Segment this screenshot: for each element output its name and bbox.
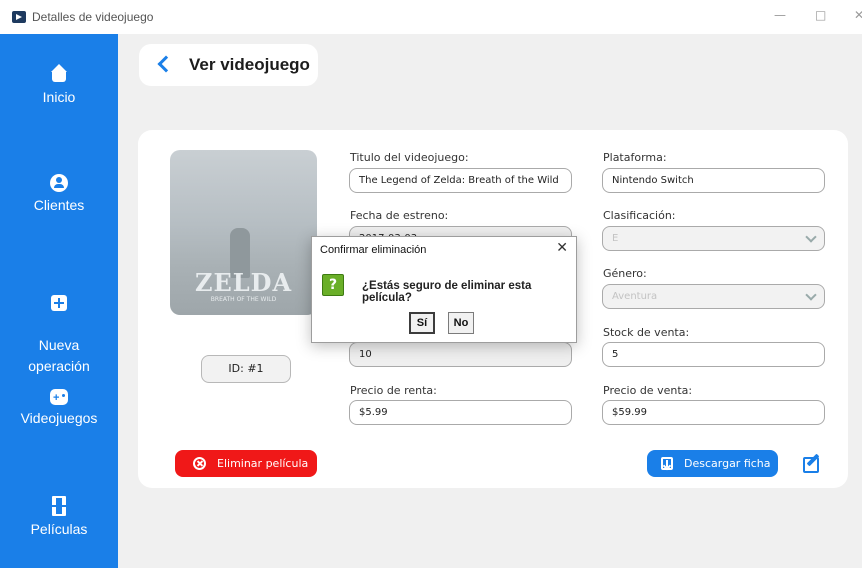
- download-button[interactable]: Descargar ficha: [647, 450, 778, 477]
- classification-label: Clasificación:: [603, 209, 676, 222]
- sidebar-item-peliculas[interactable]: Películas: [0, 496, 118, 540]
- platform-field[interactable]: Nintendo Switch: [602, 168, 825, 193]
- maximize-button[interactable]: □: [815, 8, 826, 22]
- sidebar: Inicio Clientes Nueva operación Videojue…: [0, 34, 118, 568]
- minimize-button[interactable]: —: [774, 8, 786, 22]
- download-button-label: Descargar ficha: [684, 457, 771, 470]
- plus-icon: [51, 295, 67, 311]
- sale-price-field[interactable]: $59.99: [602, 400, 825, 425]
- sidebar-item-nueva-operacion[interactable]: Nueva operación: [0, 274, 118, 377]
- cover-logo: ZELDA: [194, 268, 293, 297]
- title-bar: Detalles de videojuego — □ ✕: [0, 0, 862, 34]
- header-card: Ver videojuego: [139, 44, 318, 86]
- no-button[interactable]: No: [448, 312, 474, 334]
- app-icon: [12, 11, 26, 23]
- question-icon: ?: [322, 274, 344, 296]
- chevron-left-icon[interactable]: [157, 56, 171, 72]
- release-date-label: Fecha de estreno:: [350, 209, 449, 222]
- genre-label: Género:: [603, 267, 647, 280]
- sale-price-label: Precio de venta:: [603, 384, 693, 397]
- chevron-down-icon: [805, 289, 817, 301]
- sidebar-item-label: Películas: [30, 521, 88, 537]
- film-icon: [52, 496, 66, 516]
- dialog-close-button[interactable]: ✕: [556, 240, 568, 256]
- sidebar-item-videojuegos[interactable]: Videojuegos: [0, 388, 118, 429]
- genre-select[interactable]: Aventura: [602, 284, 825, 309]
- title-field[interactable]: The Legend of Zelda: Breath of the Wild: [349, 168, 572, 193]
- gamepad-icon: [50, 388, 68, 409]
- stock-rent-field[interactable]: 10: [349, 342, 572, 367]
- user-icon: [50, 174, 68, 192]
- delete-button[interactable]: Eliminar película: [175, 450, 317, 477]
- chevron-down-icon: [805, 231, 817, 243]
- dialog-title: Confirmar eliminación: [320, 244, 427, 256]
- rent-price-label: Precio de renta:: [350, 384, 437, 397]
- platform-label: Plataforma:: [603, 151, 667, 164]
- title-label: Titulo del videojuego:: [350, 151, 469, 164]
- game-cover-image: ZELDA BREATH OF THE WILD: [170, 150, 317, 315]
- home-icon: [49, 64, 69, 84]
- sidebar-item-label: Nueva operación: [28, 337, 90, 374]
- close-window-button[interactable]: ✕: [854, 8, 862, 22]
- yes-button[interactable]: Sí: [409, 312, 435, 334]
- sidebar-item-label: Clientes: [33, 197, 85, 213]
- page-title: Ver videojuego: [189, 55, 310, 74]
- delete-button-label: Eliminar película: [217, 457, 309, 470]
- confirm-dialog: Confirmar eliminación ✕ ? ¿Estás seguro …: [311, 236, 577, 343]
- stock-sale-label: Stock de venta:: [603, 326, 690, 339]
- classification-select[interactable]: E: [602, 226, 825, 251]
- app-window: Detalles de videojuego — □ ✕ Inicio Clie…: [0, 0, 862, 568]
- rent-price-field[interactable]: $5.99: [349, 400, 572, 425]
- cover-subtitle: BREATH OF THE WILD: [210, 296, 277, 303]
- sidebar-item-inicio[interactable]: Inicio: [0, 64, 118, 108]
- dialog-message: ¿Estás seguro de eliminar esta película?: [362, 280, 532, 304]
- stock-sale-field[interactable]: 5: [602, 342, 825, 367]
- close-circle-icon: [193, 457, 206, 470]
- edit-icon[interactable]: [803, 454, 820, 473]
- sidebar-item-clientes[interactable]: Clientes: [0, 174, 118, 216]
- sidebar-item-label: Videojuegos: [20, 410, 98, 426]
- classification-value: E: [612, 233, 619, 244]
- sidebar-item-label: Inicio: [42, 89, 76, 105]
- id-badge: ID: #1: [201, 355, 291, 383]
- genre-value: Aventura: [612, 291, 658, 302]
- download-icon: [661, 457, 673, 470]
- window-title: Detalles de videojuego: [32, 10, 154, 24]
